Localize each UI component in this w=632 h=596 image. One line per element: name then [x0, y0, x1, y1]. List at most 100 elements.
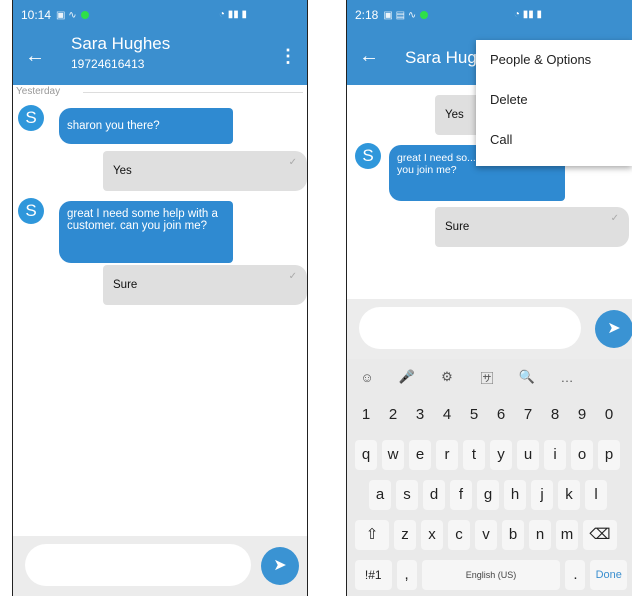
key-3[interactable]: 3: [409, 400, 431, 430]
overflow-menu: People & Options Delete Call: [476, 40, 632, 166]
key-m[interactable]: m: [556, 520, 578, 550]
key-t[interactable]: t: [463, 440, 485, 470]
key-f[interactable]: f: [450, 480, 472, 510]
chat-area: Yesterday S sharon you there? Yes ✓ S gr…: [13, 85, 307, 536]
send-button[interactable]: ➤: [261, 547, 299, 585]
day-label: Yesterday: [16, 86, 61, 97]
on-screen-keyboard: ☺ 🎤 ⚙ 🈂 🔍 … 1 2 3 4 5 6 7 8 9 0 q w e r …: [347, 359, 632, 596]
letter-row-1: q w e r t y u i o p: [347, 435, 632, 475]
number-row: 1 2 3 4 5 6 7 8 9 0: [347, 395, 632, 435]
contact-name: Sara Hughes: [71, 34, 171, 53]
outgoing-message[interactable]: Sure ✓: [435, 207, 629, 247]
key-i[interactable]: i: [544, 440, 566, 470]
message-text: Sure: [113, 279, 138, 291]
status-time: 10:14: [21, 8, 52, 22]
notification-icons: ▣ ▤ ∿: [383, 9, 417, 21]
incoming-message[interactable]: great I need some help with a customer. …: [59, 201, 233, 263]
settings-icon[interactable]: ⚙: [427, 369, 467, 385]
key-g[interactable]: g: [477, 480, 499, 510]
message-text: Yes: [113, 165, 132, 177]
status-bar: 2:18 ▣ ▤ ∿ ◔ ▮▮ ▮: [347, 0, 632, 30]
key-5[interactable]: 5: [463, 400, 485, 430]
back-arrow-icon[interactable]: ←: [359, 46, 379, 66]
composer-bar: ➤: [347, 299, 632, 359]
key-v[interactable]: v: [475, 520, 497, 550]
key-1[interactable]: 1: [355, 400, 377, 430]
comma-key[interactable]: ,: [396, 560, 417, 590]
key-e[interactable]: e: [409, 440, 431, 470]
outgoing-message[interactable]: Sure ✓: [103, 265, 307, 305]
composer-bar: ➤: [13, 536, 307, 596]
key-d[interactable]: d: [423, 480, 445, 510]
menu-item-delete[interactable]: Delete: [476, 80, 632, 120]
message-text: Sure: [445, 221, 470, 233]
key-h[interactable]: h: [504, 480, 526, 510]
key-r[interactable]: r: [436, 440, 458, 470]
delivered-check-icon: ✓: [610, 213, 619, 224]
key-s[interactable]: s: [396, 480, 418, 510]
notification-icons: ▣ ∿: [56, 9, 77, 21]
avatar: S: [355, 143, 381, 169]
menu-item-people-options[interactable]: People & Options: [476, 40, 632, 80]
contact-number: 19724616413: [71, 57, 145, 71]
key-k[interactable]: k: [558, 480, 580, 510]
contact-name: Sara Hugh: [405, 48, 487, 67]
microphone-icon[interactable]: 🎤: [387, 369, 427, 385]
search-icon[interactable]: 🔍: [507, 369, 547, 385]
key-2[interactable]: 2: [382, 400, 404, 430]
shift-key[interactable]: ⇧: [355, 520, 389, 550]
key-z[interactable]: z: [394, 520, 416, 550]
key-n[interactable]: n: [529, 520, 551, 550]
left-phone: 10:14 ▣ ∿ ◔ ▮▮ ▮ ← Sara Hughes 197246164…: [12, 0, 308, 596]
letter-row-2: a s d f g h j k l: [347, 475, 632, 515]
key-j[interactable]: j: [531, 480, 553, 510]
send-button[interactable]: ➤: [595, 310, 632, 348]
message-input[interactable]: [25, 544, 251, 586]
message-text: sharon you there?: [67, 120, 160, 132]
send-icon: ➤: [273, 557, 287, 574]
key-u[interactable]: u: [517, 440, 539, 470]
message-text: Yes: [445, 109, 464, 121]
key-y[interactable]: y: [490, 440, 512, 470]
active-dot-icon: [420, 11, 429, 19]
delivered-check-icon: ✓: [288, 271, 297, 282]
key-p[interactable]: p: [598, 440, 620, 470]
key-l[interactable]: l: [585, 480, 607, 510]
translate-icon[interactable]: 🈂: [467, 368, 507, 387]
send-icon: ➤: [607, 320, 621, 337]
key-c[interactable]: c: [448, 520, 470, 550]
key-a[interactable]: a: [369, 480, 391, 510]
backspace-key[interactable]: ⌫: [583, 520, 617, 550]
key-4[interactable]: 4: [436, 400, 458, 430]
emoji-icon[interactable]: ☺: [347, 370, 387, 385]
space-bar[interactable]: English (US): [421, 560, 561, 590]
done-key[interactable]: Done: [590, 560, 627, 590]
key-q[interactable]: q: [355, 440, 377, 470]
key-x[interactable]: x: [421, 520, 443, 550]
menu-item-call[interactable]: Call: [476, 120, 632, 160]
period-key[interactable]: .: [565, 560, 586, 590]
app-bar: ← Sara Hughes 19724616413 ⋮: [13, 30, 307, 85]
more-options-icon[interactable]: ⋮: [279, 46, 297, 67]
avatar: S: [18, 105, 44, 131]
key-w[interactable]: w: [382, 440, 404, 470]
day-separator: Yesterday: [13, 85, 307, 99]
symbols-key[interactable]: !#1: [355, 560, 392, 590]
outgoing-message[interactable]: Yes ✓: [103, 151, 307, 191]
key-9[interactable]: 9: [571, 400, 593, 430]
more-icon[interactable]: …: [547, 370, 587, 385]
incoming-message[interactable]: sharon you there?: [59, 108, 233, 144]
letter-row-3: ⇧ z x c v b n m ⌫: [347, 515, 632, 555]
key-6[interactable]: 6: [490, 400, 512, 430]
signal-battery-icon: ◔ ▮▮ ▮: [218, 9, 247, 20]
key-7[interactable]: 7: [517, 400, 539, 430]
divider: [83, 92, 303, 93]
key-b[interactable]: b: [502, 520, 524, 550]
key-o[interactable]: o: [571, 440, 593, 470]
key-0[interactable]: 0: [598, 400, 620, 430]
signal-battery-icon: ◔ ▮▮ ▮: [513, 9, 542, 20]
key-8[interactable]: 8: [544, 400, 566, 430]
back-arrow-icon[interactable]: ←: [25, 46, 45, 66]
keyboard-toolbar: ☺ 🎤 ⚙ 🈂 🔍 …: [347, 359, 632, 395]
message-input[interactable]: [359, 307, 581, 349]
